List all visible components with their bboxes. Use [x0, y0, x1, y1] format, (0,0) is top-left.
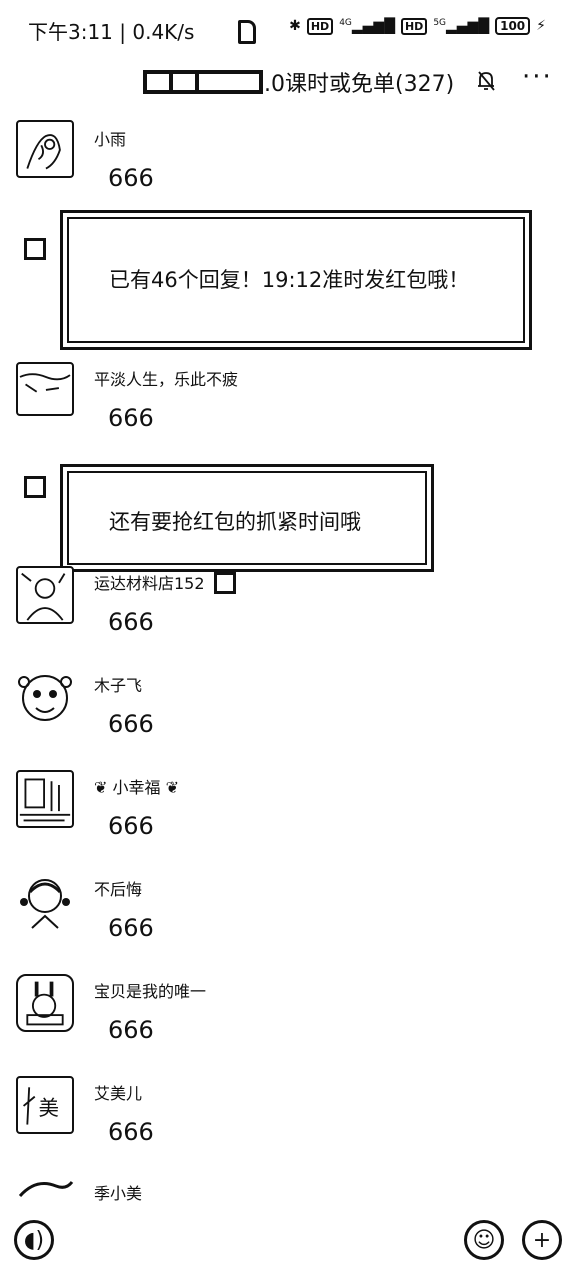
voice-icon: ◖)	[23, 1227, 45, 1253]
leaf-icon: ❦	[160, 778, 180, 797]
input-toolbar: ◖) ☺ +	[0, 1216, 576, 1268]
sender-nickname: 宝贝是我的唯一	[94, 982, 207, 1001]
notice-popup-text: 还有要抢红包的抓紧时间哦	[109, 510, 361, 534]
plus-icon: +	[532, 1227, 552, 1253]
avatar[interactable]	[16, 362, 74, 416]
avatar[interactable]	[16, 974, 74, 1032]
status-bar: 下午3:11 | 0.4K/s ✱ HD 4G▂▄▆█ HD 5G▂▄▆█ 10…	[0, 0, 576, 56]
sim-card-icon	[238, 20, 256, 44]
message-text[interactable]: 666	[108, 404, 154, 432]
emoji-icon: ☺	[472, 1227, 496, 1253]
status-time: 下午3:11 | 0.4K/s	[28, 20, 195, 44]
chat-title[interactable]: .0课时或免单(327)	[264, 66, 454, 98]
message-text[interactable]: 666	[108, 914, 154, 942]
redacted-square	[214, 572, 236, 594]
bluetooth-icon: ✱	[289, 18, 301, 34]
signal-5g-icon: 5G▂▄▆█	[433, 17, 490, 35]
voice-input-button[interactable]: ◖)	[14, 1220, 54, 1260]
message-text[interactable]: 666	[108, 1016, 154, 1044]
avatar[interactable]	[16, 566, 74, 624]
charging-icon: ⚡	[536, 18, 546, 34]
sender-nickname: 小雨	[94, 130, 127, 149]
avatar[interactable]	[16, 872, 74, 930]
sender-nickname: 木子飞	[94, 676, 143, 695]
notice-popup: 还有要抢红包的抓紧时间哦	[60, 464, 434, 572]
plus-button[interactable]: +	[522, 1220, 562, 1260]
sender-nickname: ❦ 小幸福 ❦	[94, 778, 180, 797]
avatar[interactable]	[16, 668, 74, 726]
hd-badge: HD	[306, 17, 334, 35]
sender-nickname: 平淡人生，乐此不疲	[94, 370, 239, 389]
sender-nickname: 艾美儿	[94, 1084, 143, 1103]
emoji-button[interactable]: ☺	[464, 1220, 504, 1260]
hd-badge-2: HD	[400, 17, 428, 35]
battery-icon: 100	[495, 17, 531, 35]
more-options-button[interactable]: ···	[522, 62, 553, 92]
avatar[interactable]	[16, 770, 74, 828]
avatar[interactable]	[16, 120, 74, 178]
chat-header: .0课时或免单(327) ···	[0, 58, 576, 102]
message-text[interactable]: 666	[108, 608, 154, 636]
avatar[interactable]	[16, 1178, 74, 1198]
status-icons: ✱ HD 4G▂▄▆█ HD 5G▂▄▆█ 100 ⚡	[289, 17, 546, 35]
leaf-icon: ❦	[94, 778, 113, 797]
message-text[interactable]: 666	[108, 710, 154, 738]
notice-popup-text: 已有46个回复！19:12准时发红包哦！	[109, 268, 470, 292]
title-redacted-block	[143, 70, 263, 94]
sender-nickname: 不后悔	[94, 880, 143, 899]
svg-text:美: 美	[38, 1096, 58, 1120]
mute-bell-icon	[478, 71, 495, 91]
redacted-avatar-square	[24, 476, 46, 498]
sender-nickname: 运达材料店152	[94, 574, 205, 593]
signal-4g-icon: 4G▂▄▆█	[339, 17, 395, 35]
message-text[interactable]: 666	[108, 812, 154, 840]
notice-popup: 已有46个回复！19:12准时发红包哦！	[60, 210, 532, 350]
message-text[interactable]: 666	[108, 1118, 154, 1146]
avatar[interactable]: 美	[16, 1076, 74, 1134]
message-text[interactable]: 666	[108, 164, 154, 192]
sender-nickname: 季小美	[94, 1184, 143, 1203]
redacted-avatar-square	[24, 238, 46, 260]
